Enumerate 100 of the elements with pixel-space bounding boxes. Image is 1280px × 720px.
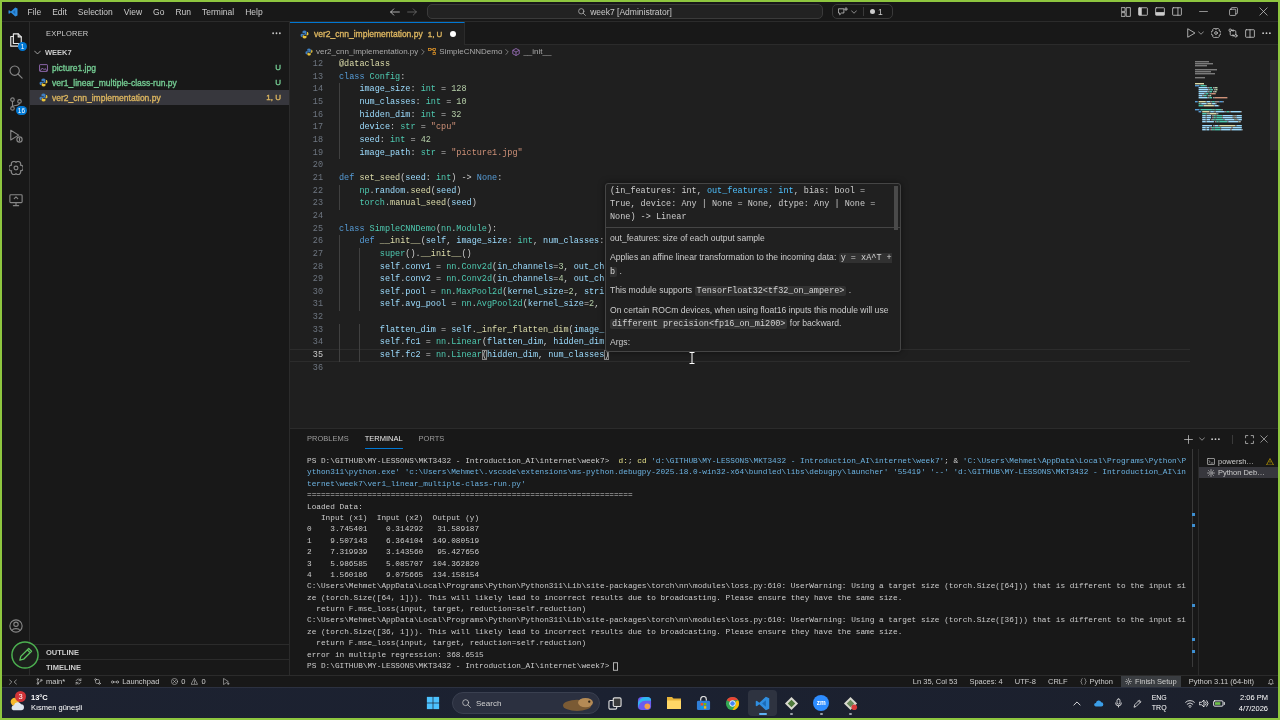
pen-icon[interactable] — [11, 641, 39, 669]
sync-icon[interactable] — [75, 678, 83, 685]
restore-icon[interactable] — [1228, 7, 1238, 16]
line-number: 34 — [311, 336, 324, 350]
more-icon[interactable] — [1262, 31, 1271, 35]
sidebar-left-icon[interactable] — [1138, 7, 1148, 16]
microphone-icon[interactable] — [1114, 698, 1122, 708]
menu-item[interactable]: Run — [169, 4, 197, 19]
search-icon — [462, 698, 471, 708]
speaker-icon[interactable] — [1198, 698, 1209, 708]
menu-item[interactable]: Terminal — [196, 4, 240, 19]
app-icon — [754, 695, 770, 711]
line-number: 18 — [311, 133, 324, 147]
flower-icon[interactable] — [1211, 28, 1221, 38]
chevron-right-icon — [505, 48, 510, 55]
code-line: super().__init__() — [339, 247, 472, 261]
file-name: ver2_cnn_implementation.py — [52, 92, 161, 103]
doc-text: out_features: size of each output sample — [610, 232, 766, 245]
close-icon[interactable] — [1260, 435, 1268, 443]
code-line: seed: int = 42 — [339, 133, 431, 147]
file-status: 1, U — [266, 93, 281, 102]
line-number: 15 — [311, 95, 324, 109]
menu-item[interactable]: Edit — [46, 4, 73, 19]
file-status: U — [275, 63, 281, 72]
code-line: class SimpleCNNDemo(nn.Module): — [339, 222, 498, 236]
app-icon — [784, 695, 800, 711]
line-number: 30 — [311, 285, 324, 299]
line-number: 31 — [311, 298, 324, 312]
menu-item[interactable]: File — [22, 4, 47, 19]
tab-status: 1, U — [427, 29, 443, 39]
menu-item[interactable]: View — [118, 4, 148, 19]
code-line: image_size: int = 128 — [339, 83, 467, 96]
warning-icon — [191, 678, 199, 685]
more-icon[interactable] — [1211, 437, 1220, 441]
play-icon[interactable] — [222, 678, 230, 685]
code-line: self.conv2 = nn.Conv2d(in_channels=4, out_ch — [339, 273, 605, 286]
file-type-icon — [300, 29, 309, 39]
breadcrumb-item[interactable]: ver2_cnn_implementation.py — [316, 47, 419, 56]
line-number: 21 — [311, 171, 324, 185]
scrollbar-thumb[interactable] — [894, 186, 898, 230]
split-editor-icon[interactable] — [1245, 28, 1255, 38]
file-row[interactable]: ver1_linear_multiple-class-run.py U — [30, 75, 289, 90]
account-icon[interactable] — [8, 619, 23, 633]
line-number: 24 — [311, 209, 324, 223]
run-icon[interactable] — [1187, 28, 1196, 38]
battery-icon[interactable] — [1212, 699, 1225, 707]
caret-icon[interactable] — [1198, 31, 1204, 35]
caret-icon[interactable] — [851, 9, 857, 14]
file-row[interactable]: picture1.jpg U — [30, 60, 289, 75]
line-number: 16 — [311, 108, 324, 122]
line-number: 26 — [311, 235, 324, 248]
file-type-icon — [39, 78, 48, 87]
code-line: class Config: — [339, 70, 406, 84]
command-center[interactable]: week7 [Administrator] — [427, 4, 823, 19]
breadcrumb-item[interactable]: SimpleCNNDemo — [439, 47, 503, 56]
code-line: device: str = "cpu" — [339, 121, 457, 134]
arrow-left-icon[interactable] — [389, 7, 400, 16]
code-line: self.pool = nn.MaxPool2d(kernel_size=2, stri — [339, 285, 605, 299]
code-line: def __init__(self, image_size: int, num_classes: — [339, 235, 605, 248]
code-line: hidden_dim: int = 32 — [339, 108, 462, 122]
signature-text: (in_features: int, out_features: int, bias: bool = True, device: Any | None = None, dtype: Any | None = None) -> Linear — [610, 185, 877, 224]
more-icon[interactable] — [272, 32, 281, 35]
dot-icon — [870, 9, 875, 14]
caret-icon[interactable] — [1199, 437, 1205, 441]
menu-item[interactable]: Go — [147, 4, 170, 19]
app-icon — [636, 695, 652, 711]
panel-bottom-icon[interactable] — [1155, 7, 1165, 16]
braces-icon — [1079, 678, 1087, 685]
file-row[interactable]: ver2_cnn_implementation.py 1, U — [30, 90, 289, 105]
editor-tab[interactable]: ver2_cnn_implementation.py 1, U — [290, 22, 466, 45]
notifications-button[interactable]: 1 — [870, 6, 883, 17]
compare-icon[interactable] — [1228, 28, 1238, 38]
breadcrumb-item[interactable]: __init__ — [523, 47, 552, 56]
wifi-icon[interactable] — [1184, 698, 1195, 708]
taskbar-button[interactable] — [747, 690, 777, 716]
close-icon[interactable] — [1258, 7, 1268, 16]
minimize-icon[interactable] — [1198, 10, 1208, 13]
menu-item[interactable]: Help — [239, 4, 269, 19]
file-name: ver1_linear_multiple-class-run.py — [52, 77, 177, 88]
code-line: self.avg_pool = nn.AvgPool2d(kernel_size=2, — [339, 298, 600, 312]
flow-icon[interactable] — [94, 678, 102, 685]
line-number: 23 — [311, 197, 324, 210]
layout-icon[interactable] — [1121, 6, 1131, 17]
maximize-icon[interactable] — [1245, 434, 1254, 444]
line-number: 22 — [311, 184, 324, 198]
chevron-right-icon — [421, 48, 426, 55]
menu-item[interactable]: Selection — [72, 4, 119, 19]
scrollbar-thumb[interactable] — [1270, 60, 1278, 150]
text-cursor-icon — [689, 352, 695, 364]
bell-icon[interactable] — [1268, 678, 1274, 685]
chevron-up-icon[interactable] — [1072, 700, 1081, 706]
plus-icon[interactable] — [1184, 434, 1193, 444]
remote-icon — [9, 678, 17, 685]
app-logo-icon — [8, 6, 18, 17]
chat-icon[interactable] — [838, 7, 848, 16]
sidebar-right-icon[interactable] — [1172, 7, 1182, 16]
taskbar-search[interactable]: Search — [452, 692, 600, 714]
cloud-icon[interactable] — [1092, 699, 1104, 707]
image-file-icon — [39, 63, 48, 72]
line-number: 27 — [311, 247, 324, 261]
